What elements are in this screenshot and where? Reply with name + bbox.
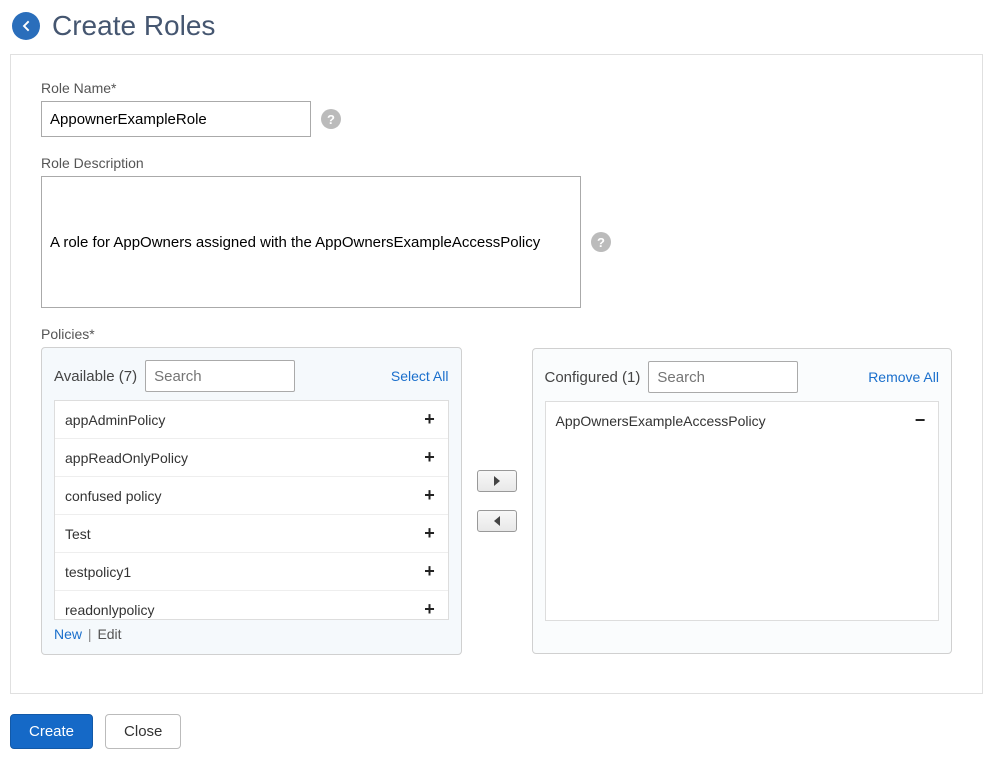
list-item[interactable]: Test + (55, 515, 448, 553)
list-item[interactable]: readonlypolicy + (55, 591, 448, 620)
available-search-input[interactable] (145, 360, 295, 392)
create-role-form: Role Name* ? Role Description ? Policies… (10, 54, 983, 694)
item-label: testpolicy1 (65, 564, 131, 580)
item-label: readonlypolicy (65, 602, 155, 618)
role-description-label: Role Description (41, 155, 952, 171)
configured-search-input[interactable] (648, 361, 798, 393)
arrow-left-icon (18, 18, 34, 34)
move-right-button[interactable] (477, 470, 517, 492)
create-button[interactable]: Create (10, 714, 93, 749)
available-footer: New | Edit (54, 620, 449, 642)
role-name-group: Role Name* ? (41, 80, 952, 137)
role-description-input[interactable] (50, 234, 572, 251)
list-item[interactable]: AppOwnersExampleAccessPolicy − (546, 402, 939, 439)
move-left-button[interactable] (477, 510, 517, 532)
select-all-link[interactable]: Select All (391, 368, 449, 384)
list-item[interactable]: confused policy + (55, 477, 448, 515)
policies-group: Policies* Available (7) Select All appAd… (41, 326, 952, 655)
remove-all-link[interactable]: Remove All (868, 369, 939, 385)
policies-label: Policies* (41, 326, 952, 342)
available-list[interactable]: appAdminPolicy + appReadOnlyPolicy + con… (54, 400, 449, 620)
item-label: Test (65, 526, 91, 542)
available-panel: Available (7) Select All appAdminPolicy … (41, 347, 462, 655)
page-header: Create Roles (10, 10, 983, 42)
item-label: appReadOnlyPolicy (65, 450, 188, 466)
caret-right-icon (493, 476, 501, 486)
role-name-input[interactable] (41, 101, 311, 137)
configured-title: Configured (1) (545, 369, 641, 386)
footer-separator: | (84, 626, 95, 642)
edit-link[interactable]: Edit (97, 626, 121, 642)
list-item[interactable]: testpolicy1 + (55, 553, 448, 591)
item-label: appAdminPolicy (65, 412, 165, 428)
plus-icon[interactable]: + (422, 447, 438, 468)
transfer-controls (477, 470, 517, 532)
plus-icon[interactable]: + (422, 599, 438, 620)
plus-icon[interactable]: + (422, 523, 438, 544)
role-description-group: Role Description ? (41, 155, 952, 308)
list-item[interactable]: appAdminPolicy + (55, 401, 448, 439)
button-bar: Create Close (10, 714, 983, 749)
plus-icon[interactable]: + (422, 485, 438, 506)
role-description-wrapper (41, 176, 581, 308)
configured-list[interactable]: AppOwnersExampleAccessPolicy − (545, 401, 940, 621)
close-button[interactable]: Close (105, 714, 181, 749)
minus-icon[interactable]: − (912, 410, 928, 431)
plus-icon[interactable]: + (422, 409, 438, 430)
configured-panel: Configured (1) Remove All AppOwnersExamp… (532, 348, 953, 654)
role-name-label: Role Name* (41, 80, 952, 96)
plus-icon[interactable]: + (422, 561, 438, 582)
help-icon[interactable]: ? (591, 232, 611, 252)
configured-footer (545, 621, 940, 641)
list-item[interactable]: appReadOnlyPolicy + (55, 439, 448, 477)
back-button[interactable] (12, 12, 40, 40)
caret-left-icon (493, 516, 501, 526)
item-label: confused policy (65, 488, 162, 504)
available-title: Available (7) (54, 368, 137, 385)
help-icon[interactable]: ? (321, 109, 341, 129)
item-label: AppOwnersExampleAccessPolicy (556, 413, 766, 429)
new-link[interactable]: New (54, 626, 82, 642)
page-title: Create Roles (52, 10, 215, 42)
